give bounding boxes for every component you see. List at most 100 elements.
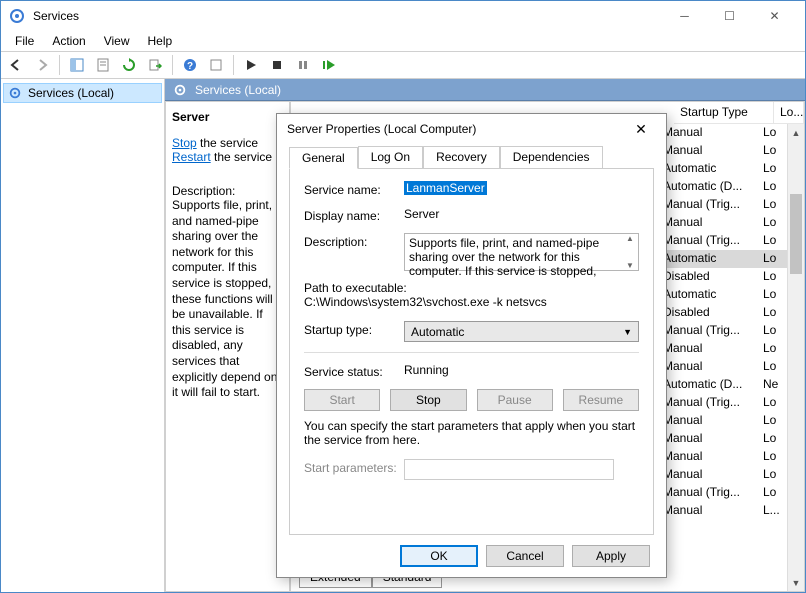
service-row[interactable]: AutomaticLo <box>657 250 787 268</box>
chevron-down-icon: ▼ <box>623 327 632 337</box>
label-path: Path to executable: <box>304 281 639 295</box>
service-row[interactable]: ManualLo <box>657 448 787 466</box>
service-row[interactable]: DisabledLo <box>657 268 787 286</box>
service-row[interactable]: Manual (Trig...Lo <box>657 232 787 250</box>
gear-icon <box>8 86 22 100</box>
description-text: Supports file, print, and named-pipe sha… <box>172 198 283 401</box>
tab-dependencies[interactable]: Dependencies <box>500 146 603 168</box>
service-row[interactable]: ManualLo <box>657 214 787 232</box>
titlebar: Services ─ ☐ ✕ <box>1 1 805 31</box>
hint-text: You can specify the start parameters tha… <box>304 419 639 447</box>
value-path: C:\Windows\system32\svchost.exe -k netsv… <box>304 295 639 309</box>
pause-service-button[interactable] <box>292 54 314 76</box>
column-logon-as[interactable]: Lo... <box>774 102 804 123</box>
stop-button[interactable]: Stop <box>390 389 466 411</box>
refresh-button[interactable] <box>118 54 140 76</box>
service-row[interactable]: Manual (Trig...Lo <box>657 322 787 340</box>
start-button: Start <box>304 389 380 411</box>
service-row[interactable]: ManualLo <box>657 466 787 484</box>
tab-recovery[interactable]: Recovery <box>423 146 500 168</box>
service-row[interactable]: Automatic (D...Ne <box>657 376 787 394</box>
scroll-down-icon[interactable]: ▼ <box>626 261 634 270</box>
label-display-name: Display name: <box>304 207 404 223</box>
value-service-status: Running <box>404 363 639 377</box>
column-startup-type[interactable]: Startup Type <box>674 102 774 123</box>
description-label: Description: <box>172 184 283 198</box>
minimize-button[interactable]: ─ <box>662 2 707 30</box>
services-window: Services ─ ☐ ✕ File Action View Help ? <box>0 0 806 593</box>
menu-view[interactable]: View <box>96 32 138 50</box>
restart-service-button[interactable] <box>318 54 340 76</box>
tab-logon[interactable]: Log On <box>358 146 423 168</box>
content-header-label: Services (Local) <box>195 83 281 97</box>
scroll-down-icon[interactable]: ▼ <box>788 574 804 591</box>
stop-service-button[interactable] <box>266 54 288 76</box>
tree-node-services-local[interactable]: Services (Local) <box>3 83 162 103</box>
menu-help[interactable]: Help <box>140 32 181 50</box>
label-startup-type: Startup type: <box>304 321 404 337</box>
detail-title: Server <box>172 110 209 124</box>
help-button[interactable]: ? <box>179 54 201 76</box>
forward-button[interactable] <box>31 54 53 76</box>
pause-button: Pause <box>477 389 553 411</box>
dialog-close-button[interactable]: ✕ <box>626 121 656 138</box>
service-row[interactable]: ManualL... <box>657 502 787 520</box>
dialog-title: Server Properties (Local Computer) <box>287 122 626 136</box>
label-service-status: Service status: <box>304 363 404 379</box>
detail-pane: Server Stop the service Restart the serv… <box>166 102 291 591</box>
scrollbar-thumb[interactable] <box>790 194 802 274</box>
apply-button[interactable]: Apply <box>572 545 650 567</box>
window-title: Services <box>33 9 662 23</box>
restart-service-link[interactable]: Restart <box>172 150 211 164</box>
label-start-parameters: Start parameters: <box>304 459 404 475</box>
close-button[interactable]: ✕ <box>752 2 797 30</box>
properties-icon[interactable] <box>92 54 114 76</box>
back-button[interactable] <box>5 54 27 76</box>
menu-file[interactable]: File <box>7 32 42 50</box>
startup-type-combobox[interactable]: Automatic ▼ <box>404 321 639 342</box>
tab-general[interactable]: General <box>289 147 358 169</box>
resume-button: Resume <box>563 389 639 411</box>
service-row[interactable]: ManualLo <box>657 340 787 358</box>
description-textbox[interactable]: Supports file, print, and named-pipe sha… <box>404 233 639 271</box>
service-row[interactable]: ManualLo <box>657 124 787 142</box>
vertical-scrollbar[interactable]: ▲ ▼ <box>787 124 804 591</box>
ok-button[interactable]: OK <box>400 545 478 567</box>
label-description: Description: <box>304 233 404 249</box>
toolbar: ? <box>1 51 805 79</box>
service-row[interactable]: ManualLo <box>657 358 787 376</box>
service-row[interactable]: Manual (Trig...Lo <box>657 484 787 502</box>
start-parameters-input <box>404 459 614 480</box>
service-row[interactable]: Automatic (D...Lo <box>657 178 787 196</box>
menubar: File Action View Help <box>1 31 805 51</box>
show-hide-tree-button[interactable] <box>66 54 88 76</box>
start-service-button[interactable] <box>240 54 262 76</box>
maximize-button[interactable]: ☐ <box>707 2 752 30</box>
scroll-up-icon[interactable]: ▲ <box>626 234 634 243</box>
dialog-titlebar: Server Properties (Local Computer) ✕ <box>277 114 666 144</box>
service-row[interactable]: AutomaticLo <box>657 286 787 304</box>
value-service-name[interactable]: LanmanServer <box>404 181 487 195</box>
scroll-up-icon[interactable]: ▲ <box>788 124 804 141</box>
toolbar-icon[interactable] <box>205 54 227 76</box>
menu-action[interactable]: Action <box>44 32 93 50</box>
service-row[interactable]: ManualLo <box>657 142 787 160</box>
label-service-name: Service name: <box>304 181 404 197</box>
svg-text:?: ? <box>187 61 193 72</box>
tab-body-general: Service name: LanmanServer Display name:… <box>289 168 654 535</box>
tree-node-label: Services (Local) <box>28 86 114 100</box>
cancel-button[interactable]: Cancel <box>486 545 564 567</box>
service-row[interactable]: ManualLo <box>657 412 787 430</box>
service-row[interactable]: Manual (Trig...Lo <box>657 196 787 214</box>
content-header: Services (Local) <box>165 79 805 101</box>
tree-pane: Services (Local) <box>1 79 165 592</box>
export-list-button[interactable] <box>144 54 166 76</box>
gear-icon <box>173 83 187 97</box>
service-row[interactable]: Manual (Trig...Lo <box>657 394 787 412</box>
service-row[interactable]: ManualLo <box>657 430 787 448</box>
stop-service-link[interactable]: Stop <box>172 136 197 150</box>
service-row[interactable]: AutomaticLo <box>657 160 787 178</box>
services-app-icon <box>9 8 25 24</box>
service-row[interactable]: DisabledLo <box>657 304 787 322</box>
properties-dialog: Server Properties (Local Computer) ✕ Gen… <box>276 113 667 578</box>
